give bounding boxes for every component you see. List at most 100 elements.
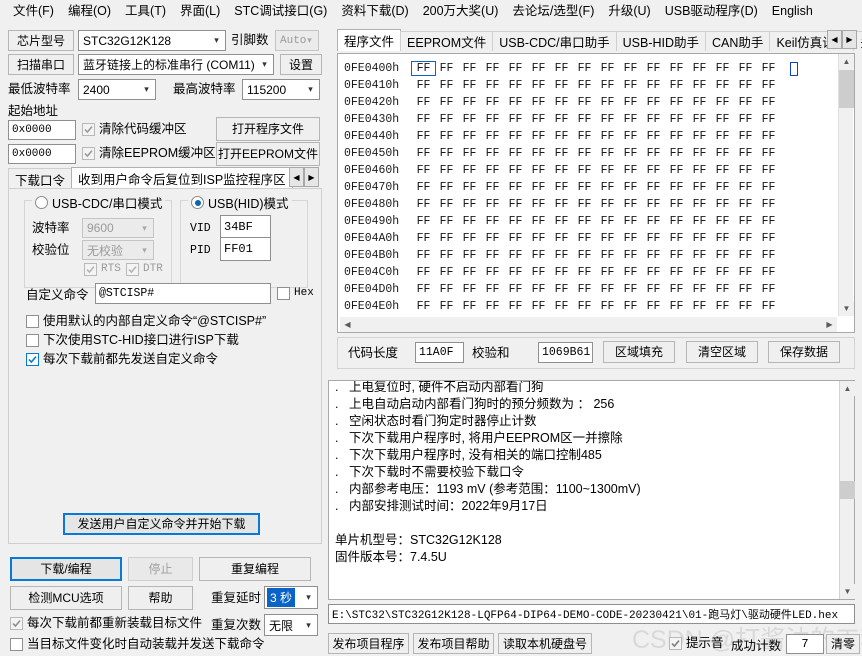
hex-row[interactable]: 0FE0410h FF FF FF FF FF FF FF FF FF FF FF FF FF FF FF FF: [338, 77, 854, 94]
clear-count-button[interactable]: 清零: [826, 634, 860, 654]
hex-byte[interactable]: FF: [757, 147, 780, 160]
hex-byte[interactable]: FF: [619, 113, 642, 126]
hex-byte[interactable]: FF: [711, 198, 734, 211]
vid-input[interactable]: 34BF: [220, 215, 271, 239]
hex-row[interactable]: 0FE0420h FF FF FF FF FF FF FF FF FF FF FF FF FF FF FF FF: [338, 94, 854, 111]
hex-byte[interactable]: FF: [481, 164, 504, 177]
hex-byte[interactable]: FF: [573, 181, 596, 194]
hex-byte[interactable]: FF: [734, 79, 757, 92]
code-length-value[interactable]: 11A0F: [415, 342, 464, 363]
hex-byte[interactable]: FF: [504, 96, 527, 109]
hex-byte[interactable]: FF: [665, 113, 688, 126]
hex-byte[interactable]: FF: [665, 181, 688, 194]
scroll-left-icon[interactable]: ◀: [340, 317, 355, 332]
download-program-button[interactable]: 下载/编程: [10, 557, 122, 581]
hex-byte[interactable]: FF: [665, 164, 688, 177]
hex-byte[interactable]: FF: [481, 300, 504, 313]
hex-byte[interactable]: FF: [435, 266, 458, 279]
hex-byte[interactable]: FF: [481, 249, 504, 262]
hex-byte[interactable]: FF: [550, 283, 573, 296]
hex-byte[interactable]: FF: [458, 300, 481, 313]
scroll-left-icon[interactable]: ◀: [827, 30, 842, 49]
hex-byte[interactable]: FF: [573, 147, 596, 160]
hex-byte[interactable]: FF: [573, 96, 596, 109]
hex-byte[interactable]: FF: [481, 96, 504, 109]
clear-code-buffer-checkbox[interactable]: 清除代码缓冲区: [82, 123, 187, 136]
hex-byte[interactable]: FF: [527, 232, 550, 245]
hex-byte[interactable]: FF: [412, 164, 435, 177]
hex-byte[interactable]: FF: [435, 96, 458, 109]
open-eeprom-file-button[interactable]: 打开EEPROM文件: [216, 142, 320, 166]
hex-byte[interactable]: FF: [435, 215, 458, 228]
hex-byte[interactable]: FF: [642, 147, 665, 160]
tab-download-password[interactable]: 下载口令: [8, 168, 73, 189]
hex-byte[interactable]: FF: [665, 62, 688, 75]
save-data-button[interactable]: 保存数据: [768, 341, 840, 363]
hex-byte[interactable]: FF: [458, 96, 481, 109]
hex-byte[interactable]: FF: [550, 198, 573, 211]
send-custom-cmd-each-time-checkbox[interactable]: 每次下载前都先发送自定义命令: [26, 353, 218, 366]
scroll-up-icon[interactable]: ▲: [839, 54, 854, 69]
scroll-right-icon[interactable]: ▶: [822, 317, 837, 332]
eeprom-start-address-input[interactable]: 0x0000: [8, 144, 76, 164]
use-default-internal-cmd-checkbox[interactable]: 使用默认的内部自定义命令“@STCISP#”: [26, 315, 266, 328]
hex-byte[interactable]: FF: [458, 198, 481, 211]
hex-byte[interactable]: FF: [734, 62, 757, 75]
custom-command-input[interactable]: @STCISP#: [95, 283, 271, 304]
hex-byte[interactable]: FF: [619, 147, 642, 160]
hex-byte[interactable]: FF: [573, 266, 596, 279]
menu-item-prize[interactable]: 200万大奖(U): [416, 1, 506, 21]
hex-byte[interactable]: FF: [504, 164, 527, 177]
hex-byte[interactable]: FF: [596, 96, 619, 109]
left-tab-scroll-buttons[interactable]: ◀ ▶: [289, 167, 319, 187]
hex-byte[interactable]: FF: [504, 147, 527, 160]
hex-byte[interactable]: FF: [481, 130, 504, 143]
hex-byte[interactable]: FF: [504, 266, 527, 279]
hex-vertical-scrollbar[interactable]: ▲ ▼: [838, 54, 854, 316]
hex-byte[interactable]: FF: [734, 232, 757, 245]
hex-byte[interactable]: FF: [435, 164, 458, 177]
hex-byte[interactable]: FF: [527, 79, 550, 92]
hex-byte[interactable]: FF: [757, 215, 780, 228]
hex-byte[interactable]: FF: [527, 181, 550, 194]
hex-byte[interactable]: FF: [596, 215, 619, 228]
hex-byte[interactable]: FF: [711, 96, 734, 109]
hex-row[interactable]: 0FE04E0h FF FF FF FF FF FF FF FF FF FF FF FF FF FF FF FF: [338, 298, 854, 315]
tab-usb-hid[interactable]: USB-HID助手: [615, 31, 707, 51]
hex-byte[interactable]: FF: [619, 215, 642, 228]
repeat-program-button[interactable]: 重复编程: [199, 557, 311, 581]
hex-byte[interactable]: FF: [412, 147, 435, 160]
menu-item-tools[interactable]: 工具(T): [118, 1, 173, 21]
scrollbar-thumb[interactable]: [839, 70, 854, 108]
hex-byte[interactable]: FF: [412, 300, 435, 313]
hex-byte[interactable]: FF: [504, 198, 527, 211]
hex-byte[interactable]: FF: [619, 283, 642, 296]
hex-byte[interactable]: FF: [688, 62, 711, 75]
hex-horizontal-scrollbar[interactable]: ◀ ▶: [340, 317, 837, 332]
hex-byte[interactable]: FF: [573, 300, 596, 313]
hex-row[interactable]: 0FE04A0h FF FF FF FF FF FF FF FF FF FF FF FF FF FF FF FF: [338, 230, 854, 247]
success-count-value[interactable]: 7: [786, 634, 824, 654]
menu-item-forum[interactable]: 去论坛/选型(F): [505, 1, 601, 21]
hex-byte[interactable]: FF: [665, 215, 688, 228]
hex-byte[interactable]: FF: [619, 300, 642, 313]
hex-byte[interactable]: FF: [688, 198, 711, 211]
tab-reset-to-isp[interactable]: 收到用户命令后复位到ISP监控程序区: [71, 167, 293, 189]
menu-item-interface[interactable]: 界面(L): [173, 1, 227, 21]
hex-byte[interactable]: FF: [665, 266, 688, 279]
repeat-count-combo[interactable]: 无限 ▾: [264, 614, 318, 636]
hex-byte[interactable]: FF: [688, 232, 711, 245]
hex-byte[interactable]: FF: [527, 147, 550, 160]
hex-byte[interactable]: FF: [642, 79, 665, 92]
scroll-left-icon[interactable]: ◀: [289, 167, 304, 187]
hex-byte[interactable]: FF: [665, 249, 688, 262]
hex-byte[interactable]: FF: [619, 181, 642, 194]
hex-byte[interactable]: FF: [734, 283, 757, 296]
hex-byte[interactable]: FF: [642, 198, 665, 211]
hex-byte[interactable]: FF: [711, 62, 734, 75]
hex-row[interactable]: 0FE0430h FF FF FF FF FF FF FF FF FF FF FF FF FF FF FF FF: [338, 111, 854, 128]
scroll-right-icon[interactable]: ▶: [304, 167, 319, 187]
hex-byte[interactable]: FF: [504, 232, 527, 245]
hex-byte[interactable]: FF: [711, 147, 734, 160]
beep-checkbox[interactable]: 提示音: [669, 637, 724, 650]
